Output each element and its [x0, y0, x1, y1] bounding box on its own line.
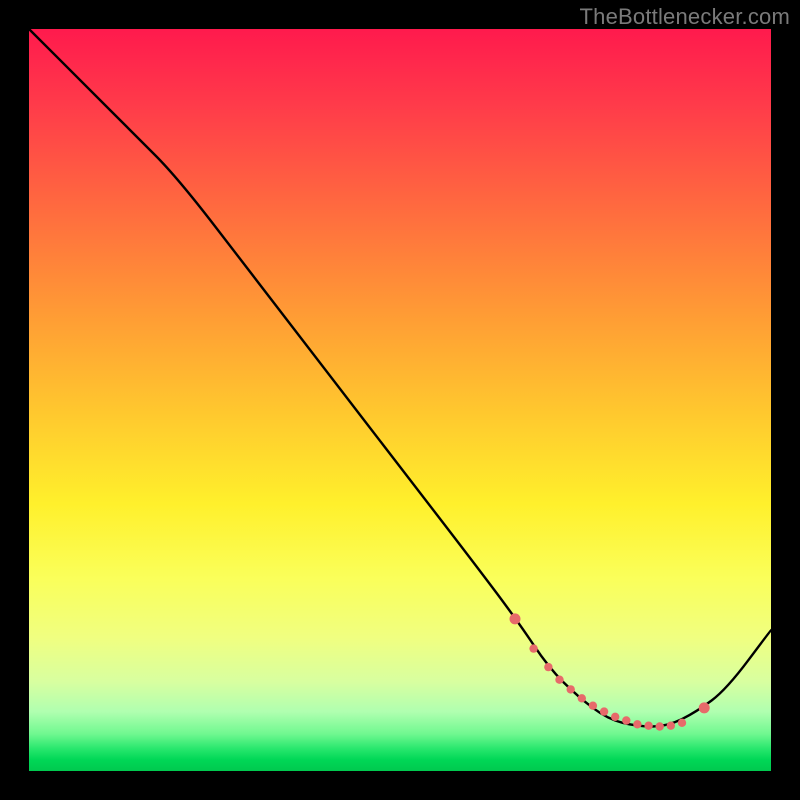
- valley-dot: [667, 722, 675, 730]
- valley-highlight-dots: [510, 613, 710, 730]
- valley-dot: [555, 676, 563, 684]
- valley-dot: [544, 663, 552, 671]
- valley-dot: [589, 702, 597, 710]
- valley-dot: [567, 685, 575, 693]
- bottleneck-curve: [29, 29, 771, 727]
- valley-dot: [699, 702, 710, 713]
- valley-dot: [656, 722, 664, 730]
- chart-svg: [29, 29, 771, 771]
- valley-dot: [678, 719, 686, 727]
- valley-dot: [600, 707, 608, 715]
- valley-dot: [529, 644, 537, 652]
- valley-dot: [644, 722, 652, 730]
- watermark-text: TheBottlenecker.com: [580, 4, 790, 30]
- chart-frame: [29, 29, 771, 771]
- valley-dot: [611, 713, 619, 721]
- valley-dot: [633, 720, 641, 728]
- valley-dot: [510, 613, 521, 624]
- valley-dot: [578, 694, 586, 702]
- valley-dot: [622, 716, 630, 724]
